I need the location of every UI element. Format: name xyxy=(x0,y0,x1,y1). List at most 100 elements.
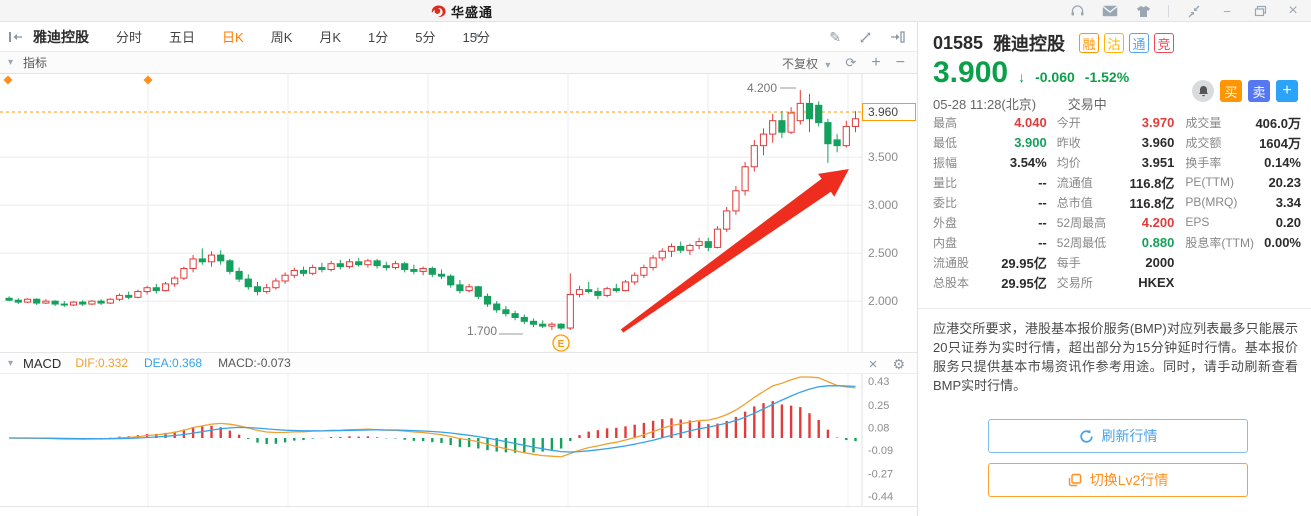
stat-label: 委比 xyxy=(933,195,958,210)
stat-value: -- xyxy=(1038,214,1047,230)
stat-value: 29.95亿 xyxy=(1001,255,1047,271)
stat-value: 3.960 xyxy=(1141,134,1175,150)
macd-settings-gear-icon[interactable]: ⚙ xyxy=(892,356,905,373)
stat-label: 昨收 xyxy=(1056,135,1081,150)
stat-label: 最低 xyxy=(933,135,958,150)
svg-text:3.500: 3.500 xyxy=(868,150,898,164)
badge-竞: 竞 xyxy=(1154,33,1175,53)
main-candlestick-chart[interactable]: 3.500 3.000 2.500 2.000 3.960 4.200 1.700 E xyxy=(0,74,917,352)
indicator-label[interactable]: 指标 xyxy=(23,54,47,71)
stock-tab[interactable]: 雅迪控股 xyxy=(33,27,89,47)
stat-label: 外盘 xyxy=(933,215,958,230)
stat-value: 1604万 xyxy=(1259,135,1301,151)
adjust-mode-dropdown[interactable]: 不复权 ▾ xyxy=(782,55,830,72)
svg-text:-0.27: -0.27 xyxy=(868,469,893,481)
last-price: 3.900 xyxy=(933,56,1009,89)
close-window-icon[interactable]: × xyxy=(1285,2,1301,19)
stat-value: 0.00% xyxy=(1264,234,1301,250)
stat-value: 3.900 xyxy=(1014,134,1047,150)
minimize-icon[interactable]: − xyxy=(1219,3,1235,19)
tab-5分[interactable]: 5分 xyxy=(415,27,435,46)
tab-周K[interactable]: 周K xyxy=(271,27,293,46)
fullscreen-expand-icon[interactable] xyxy=(859,31,872,44)
mail-icon[interactable] xyxy=(1102,3,1118,19)
zoom-in-icon[interactable]: + xyxy=(871,54,880,72)
stock-name: 雅迪控股 xyxy=(993,34,1066,54)
app-title: 华盛通 xyxy=(451,4,494,20)
price-down-arrow-icon: ↓ xyxy=(1018,69,1026,85)
macd-hist-value: MACD:-0.073 xyxy=(218,356,291,370)
macd-dea-value: DEA:0.368 xyxy=(144,356,203,370)
toggle-right-panel-icon[interactable] xyxy=(890,31,905,43)
svg-text:0.43: 0.43 xyxy=(868,376,889,388)
stat-value: 2000 xyxy=(1145,254,1175,270)
svg-text:0.08: 0.08 xyxy=(868,422,889,434)
svg-text:4.200: 4.200 xyxy=(747,81,777,95)
add-watchlist-button[interactable]: + xyxy=(1276,80,1298,102)
svg-text:2.000: 2.000 xyxy=(868,294,898,308)
svg-text:2.500: 2.500 xyxy=(868,246,898,260)
refresh-quotes-button[interactable]: 刷新行情 xyxy=(988,419,1248,453)
support-headset-icon[interactable] xyxy=(1069,3,1085,19)
stat-row: 振幅 3.54% 均价 3.951 换手率 0.14% xyxy=(918,152,1311,172)
stat-row: 外盘 -- 52周最高 4.200 EPS 0.20 xyxy=(918,212,1311,232)
stat-value: -- xyxy=(1038,174,1047,190)
stat-label: 最高 xyxy=(933,115,958,130)
macd-title[interactable]: MACD xyxy=(23,356,61,371)
theme-shirt-icon[interactable] xyxy=(1135,3,1151,19)
stat-label: 量比 xyxy=(933,175,958,190)
stat-value: 3.951 xyxy=(1141,154,1175,170)
stat-label: 均价 xyxy=(1056,155,1081,170)
refresh-chart-icon[interactable]: ⟳ xyxy=(845,55,856,71)
price-change-pct: -1.52% xyxy=(1084,69,1130,85)
stat-value: 3.970 xyxy=(1141,114,1175,130)
svg-text:0.25: 0.25 xyxy=(868,400,889,412)
tab-日K[interactable]: 日K xyxy=(222,27,244,46)
collapse-window-icon[interactable] xyxy=(1186,3,1202,19)
refresh-icon xyxy=(1079,429,1093,443)
price-alert-bell-icon[interactable] xyxy=(1192,80,1214,102)
restore-window-icon[interactable] xyxy=(1252,3,1268,19)
sell-button[interactable]: 卖 xyxy=(1248,80,1270,102)
titlebar: 华盛通 − × xyxy=(0,0,1311,22)
buy-button[interactable]: 买 xyxy=(1220,80,1242,102)
stat-value: 3.54% xyxy=(1009,154,1047,170)
stat-label: 振幅 xyxy=(933,155,958,170)
draw-pencil-icon[interactable]: ✎ xyxy=(829,29,841,46)
bmp-notice-text: 应港交所要求，港股基本报价服务(BMP)对应列表最多只能展示20只证券为实时行情… xyxy=(933,321,1298,393)
zoom-out-icon[interactable]: − xyxy=(896,54,905,72)
stock-code: 01585 xyxy=(933,32,984,53)
stat-row: 最高 4.040 今开 3.970 成交量 406.0万 xyxy=(918,112,1311,132)
badge-融: 融 xyxy=(1079,33,1100,53)
macd-chart[interactable]: 0.43 0.25 0.08 -0.09 -0.27 -0.44 xyxy=(0,374,917,506)
indicator-caret-icon[interactable]: ▾ xyxy=(8,57,13,68)
stat-label: 成交量 xyxy=(1185,115,1222,130)
macd-dif-value: DIF:0.332 xyxy=(75,356,129,370)
stat-value: 20.23 xyxy=(1268,174,1301,190)
macd-caret-icon[interactable]: ▾ xyxy=(8,358,13,369)
earnings-event-marker[interactable]: E xyxy=(552,334,570,352)
tab-1分[interactable]: 1分 xyxy=(368,27,388,46)
switch-icon xyxy=(1068,473,1081,487)
indicator-toolbar: ▾ 指标 不复权 ▾ ⟳ + − xyxy=(0,52,917,74)
more-periods-caret-icon[interactable]: ▾ xyxy=(474,31,479,42)
stat-row: 总股本 29.95亿 交易所 HKEX xyxy=(918,272,1311,292)
stat-value: -- xyxy=(1038,194,1047,210)
switch-lv2-label: 切换Lv2行情 xyxy=(1089,472,1169,488)
chart-region: 雅迪控股 分时 五日 日K 周K 月K 1分 5分 15分 ▾ ✎ ▾ 指标 不… xyxy=(0,22,917,516)
tab-分时[interactable]: 分时 xyxy=(116,27,142,46)
adjust-caret-icon: ▾ xyxy=(825,59,831,71)
bmp-notice: 应港交所要求，港股基本报价服务(BMP)对应列表最多只能展示20只证券为实时行情… xyxy=(918,308,1311,395)
close-macd-icon[interactable]: × xyxy=(869,356,878,373)
stat-value: 4.040 xyxy=(1014,114,1047,130)
stat-label: 股息率(TTM) xyxy=(1185,235,1254,250)
stat-label: 总股本 xyxy=(933,275,970,290)
stat-label: 52周最高 xyxy=(1056,215,1107,230)
quote-panel: 01585 雅迪控股 融沽通竞 3.900 ↓ -0.060 -1.52% 买 … xyxy=(917,22,1311,516)
tab-月K[interactable]: 月K xyxy=(319,27,341,46)
tab-五日[interactable]: 五日 xyxy=(169,27,195,46)
stat-value: 116.8亿 xyxy=(1129,175,1175,191)
switch-lv2-button[interactable]: 切换Lv2行情 xyxy=(988,463,1248,497)
stat-value: 29.95亿 xyxy=(1001,275,1047,291)
collapse-panel-icon[interactable] xyxy=(8,31,23,43)
